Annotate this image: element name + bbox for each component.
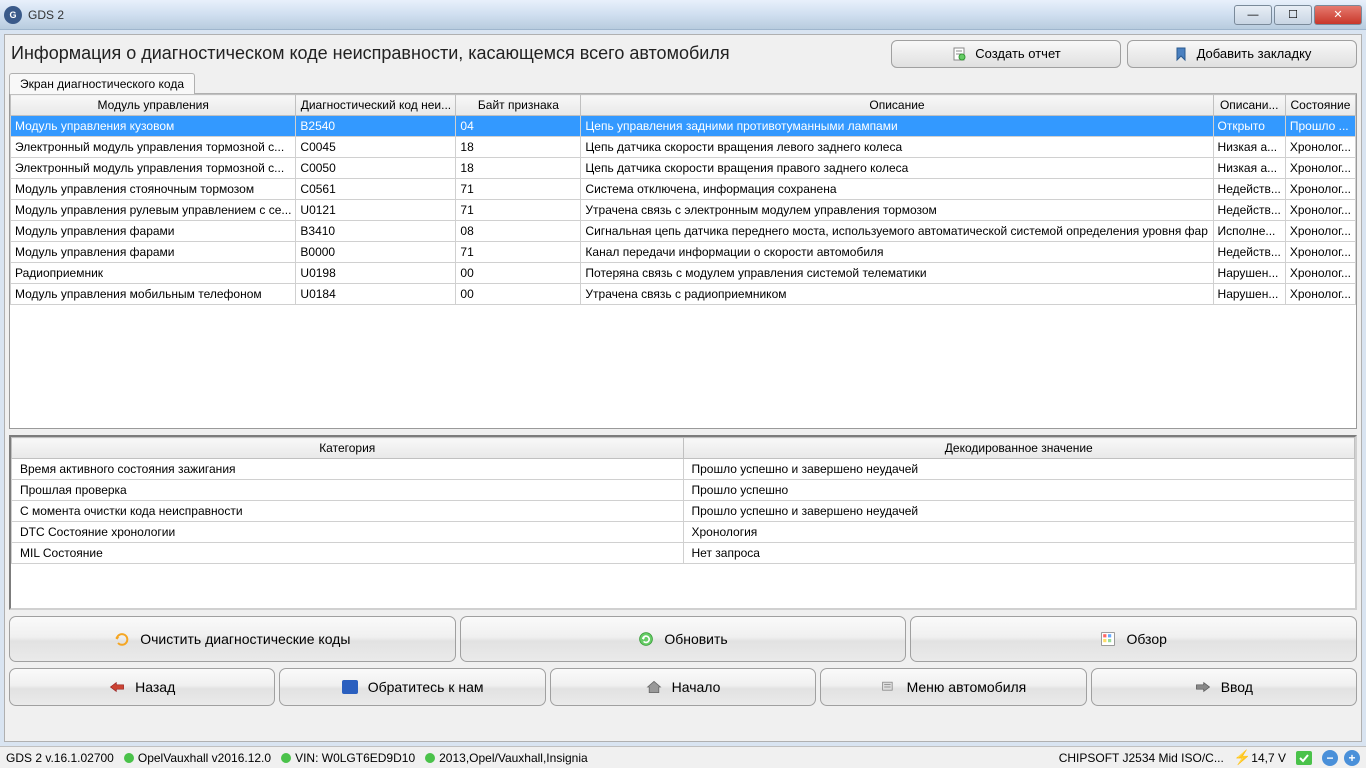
page-title: Информация о диагностическом коде неиспр…	[9, 39, 885, 68]
refresh-button[interactable]: Обновить	[460, 616, 907, 662]
table-row[interactable]: Модуль управления мобильным телефономU01…	[11, 284, 1356, 305]
report-icon	[951, 46, 967, 62]
tab-diagnostic-screen[interactable]: Экран диагностического кода	[9, 73, 195, 94]
detail-row[interactable]: MIL СостояниеНет запроса	[12, 543, 1355, 564]
col-header-byte[interactable]: Байт признака	[456, 95, 581, 116]
detail-row[interactable]: С момента очистки кода неисправностиПрош…	[12, 501, 1355, 522]
overview-label: Обзор	[1126, 631, 1166, 647]
minimize-button[interactable]: —	[1234, 5, 1272, 25]
clear-codes-button[interactable]: Очистить диагностические коды	[9, 616, 456, 662]
home-button[interactable]: Начало	[550, 668, 816, 706]
refresh-icon	[638, 631, 654, 647]
detail-row[interactable]: DTC Состояние хронологииХронология	[12, 522, 1355, 543]
status-interface: CHIPSOFT J2534 Mid ISO/C...	[1059, 751, 1224, 765]
create-report-button[interactable]: Создать отчет	[891, 40, 1121, 68]
status-dot-icon	[281, 753, 291, 763]
table-row[interactable]: Модуль управления рулевым управлением с …	[11, 200, 1356, 221]
overview-button[interactable]: Обзор	[910, 616, 1357, 662]
app-icon: G	[4, 6, 22, 24]
vehicle-menu-label: Меню автомобиля	[907, 679, 1027, 695]
back-label: Назад	[135, 679, 175, 695]
status-check-icon	[1296, 751, 1312, 765]
close-button[interactable]: ✕	[1314, 5, 1362, 25]
dtc-table: Модуль управления Диагностический код не…	[9, 94, 1357, 429]
col-header-state[interactable]: Состояние	[1285, 95, 1355, 116]
clear-codes-label: Очистить диагностические коды	[140, 631, 350, 647]
col-header-module[interactable]: Модуль управления	[11, 95, 296, 116]
col-header-desc[interactable]: Описание	[581, 95, 1213, 116]
contact-button[interactable]: Обратитесь к нам	[279, 668, 545, 706]
table-row[interactable]: Модуль управления фарамиB000071Канал пер…	[11, 242, 1356, 263]
back-icon	[109, 679, 125, 695]
detail-panel: Категория Декодированное значение Время …	[9, 435, 1357, 610]
bookmark-icon	[1173, 46, 1189, 62]
table-row[interactable]: Электронный модуль управления тормозной …	[11, 137, 1356, 158]
home-icon	[646, 679, 662, 695]
status-software: OpelVauxhall v2016.12.0	[124, 751, 271, 765]
add-bookmark-button[interactable]: Добавить закладку	[1127, 40, 1357, 68]
window-title: GDS 2	[28, 8, 1234, 22]
enter-button[interactable]: Ввод	[1091, 668, 1357, 706]
statusbar: GDS 2 v.16.1.02700 OpelVauxhall v2016.12…	[0, 746, 1366, 768]
table-row[interactable]: Модуль управления стояночным тормозомC05…	[11, 179, 1356, 200]
detail-row[interactable]: Прошлая проверкаПрошло успешно	[12, 480, 1355, 501]
envelope-icon	[342, 679, 358, 695]
status-version: GDS 2 v.16.1.02700	[6, 751, 114, 765]
enter-label: Ввод	[1221, 679, 1253, 695]
refresh-label: Обновить	[664, 631, 727, 647]
add-bookmark-label: Добавить закладку	[1197, 46, 1312, 61]
status-voltage: ⚡ 14,7 V	[1234, 749, 1286, 766]
contact-label: Обратитесь к нам	[368, 679, 484, 695]
table-row[interactable]: Модуль управления кузовомB254004Цепь упр…	[11, 116, 1356, 137]
col-header-info[interactable]: Описани...	[1213, 95, 1285, 116]
status-dot-icon	[124, 753, 134, 763]
back-button[interactable]: Назад	[9, 668, 275, 706]
table-row[interactable]: Электронный модуль управления тормозной …	[11, 158, 1356, 179]
col-header-dtc[interactable]: Диагностический код неи...	[296, 95, 456, 116]
maximize-button[interactable]: ☐	[1274, 5, 1312, 25]
table-row[interactable]: РадиоприемникU019800Потеряна связь с мод…	[11, 263, 1356, 284]
status-dot-icon	[425, 753, 435, 763]
status-vehicle: 2013,Opel/Vauxhall,Insignia	[425, 751, 588, 765]
bolt-icon: ⚡	[1234, 749, 1251, 766]
table-row[interactable]: Модуль управления фарамиB341008Сигнальна…	[11, 221, 1356, 242]
vehicle-icon	[881, 679, 897, 695]
detail-row[interactable]: Время активного состояния зажиганияПрошл…	[12, 459, 1355, 480]
vehicle-menu-button[interactable]: Меню автомобиля	[820, 668, 1086, 706]
titlebar: G GDS 2 — ☐ ✕	[0, 0, 1366, 30]
detail-header-category[interactable]: Категория	[12, 438, 684, 459]
home-label: Начало	[672, 679, 721, 695]
forward-icon	[1195, 679, 1211, 695]
zoom-in-button[interactable]: +	[1344, 750, 1360, 766]
overview-icon	[1100, 631, 1116, 647]
detail-header-decoded[interactable]: Декодированное значение	[683, 438, 1355, 459]
create-report-label: Создать отчет	[975, 46, 1060, 61]
status-vin: VIN: W0LGT6ED9D10	[281, 751, 415, 765]
clear-icon	[114, 631, 130, 647]
zoom-out-button[interactable]: −	[1322, 750, 1338, 766]
